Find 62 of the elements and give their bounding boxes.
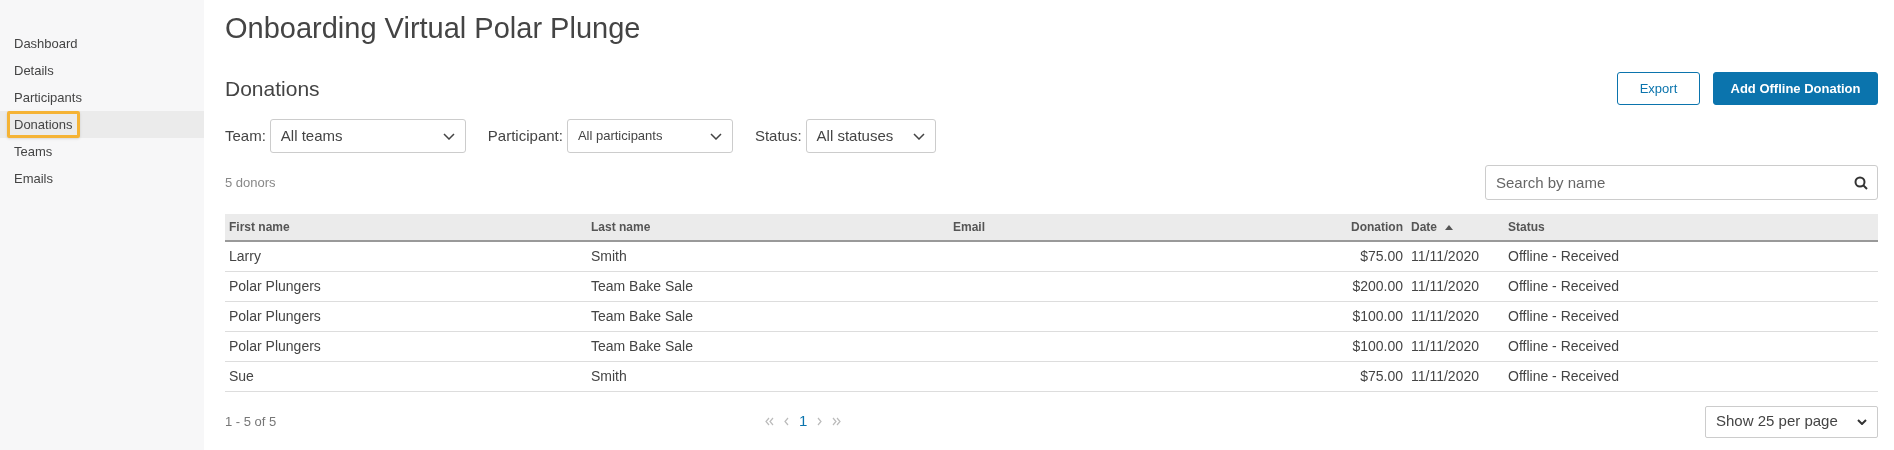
filter-label: Team:	[225, 125, 266, 146]
column-header[interactable]: Email	[953, 220, 985, 234]
chevron-down-icon	[1857, 418, 1867, 425]
chevron-down-icon	[442, 132, 455, 140]
sidebar-item[interactable]: Teams	[14, 141, 53, 162]
filter-label: Participant:	[487, 125, 563, 146]
table-cell: Team Bake Sale	[591, 337, 693, 354]
first-page-icon[interactable]	[765, 417, 774, 426]
chevron-down-icon	[912, 132, 925, 140]
table-cell: $200.00	[1352, 277, 1403, 294]
table-cell: 11/11/2020	[1411, 367, 1479, 384]
sidebar-item[interactable]: Emails	[14, 168, 53, 189]
section-title: Donations	[225, 75, 320, 102]
sidebar-item[interactable]: Details	[14, 60, 54, 81]
filter-select[interactable]: All statuses	[805, 119, 936, 153]
page-title: Onboarding Virtual Polar Plunge	[225, 11, 642, 46]
table-cell: Sue	[229, 367, 254, 384]
sidebar-item[interactable]: Dashboard	[14, 33, 78, 54]
table-cell: 11/11/2020	[1411, 307, 1479, 324]
table-cell: Polar Plungers	[229, 337, 321, 354]
filter-select[interactable]: All participants	[566, 119, 733, 153]
column-header[interactable]: Status	[1508, 220, 1545, 234]
table-cell: 11/11/2020	[1411, 277, 1479, 294]
table-cell: 11/11/2020	[1411, 247, 1479, 264]
next-page-icon[interactable]	[815, 417, 825, 426]
table-cell: Larry	[229, 247, 261, 264]
column-header[interactable]: Date	[1411, 220, 1453, 234]
table-cell: Offline - Received	[1508, 307, 1619, 324]
search-icon[interactable]	[1854, 176, 1868, 190]
table-cell: $100.00	[1352, 307, 1403, 324]
sort-ascending-icon[interactable]	[1445, 225, 1453, 231]
table-cell: Offline - Received	[1508, 367, 1619, 384]
column-header[interactable]: First name	[229, 220, 290, 234]
previous-page-icon[interactable]	[782, 417, 791, 426]
table-cell: Team Bake Sale	[591, 307, 693, 324]
table-cell: Polar Plungers	[229, 277, 321, 294]
page-link[interactable]: 1	[799, 410, 808, 433]
table-cell: Offline - Received	[1508, 337, 1619, 354]
filter-select[interactable]: All teams	[269, 119, 466, 153]
table-cell: Polar Plungers	[229, 307, 321, 324]
table-cell: Team Bake Sale	[591, 277, 693, 294]
filter-label: Status:	[754, 125, 802, 146]
export-button[interactable]: Export	[1617, 72, 1700, 105]
result-range: 1 - 5 of 5	[225, 412, 278, 431]
last-page-icon[interactable]	[832, 417, 842, 426]
table-cell: 11/11/2020	[1411, 337, 1479, 354]
per-page-select[interactable]: Show 25 per page	[1705, 405, 1878, 438]
table-cell: Smith	[591, 367, 627, 384]
column-header[interactable]: Donation	[1351, 220, 1403, 234]
column-header[interactable]: Last name	[591, 220, 651, 234]
sidebar-item[interactable]: Donations	[7, 110, 80, 139]
table-cell: $100.00	[1352, 337, 1403, 354]
table-cell: Offline - Received	[1508, 277, 1619, 294]
table-cell: Smith	[591, 247, 627, 264]
donor-count: 5 donors	[225, 173, 276, 192]
search-field[interactable]: Search by name	[1485, 165, 1878, 200]
table-cell: $75.00	[1360, 367, 1403, 384]
table-cell: Offline - Received	[1508, 247, 1619, 264]
chevron-down-icon	[709, 132, 722, 140]
sidebar-item[interactable]: Participants	[14, 87, 82, 108]
add-donation-button[interactable]: Add Offline Donation	[1713, 72, 1878, 105]
table-cell: $75.00	[1360, 247, 1403, 264]
